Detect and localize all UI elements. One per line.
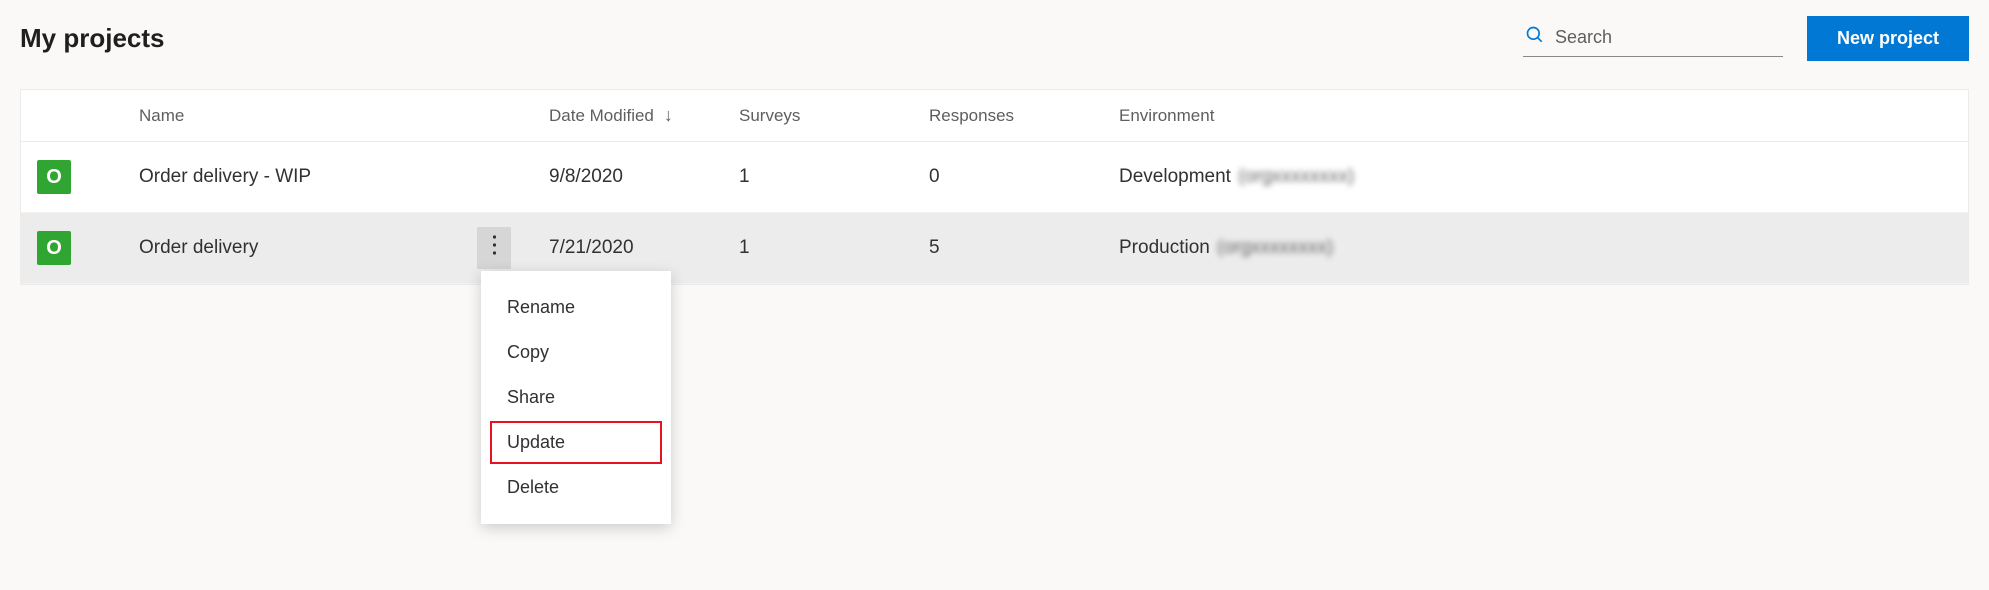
project-environment: Development (orgxxxxxxxx) xyxy=(1111,152,1968,202)
table-header-row: Name Date Modified ↓ Surveys Responses E… xyxy=(21,90,1968,142)
project-name[interactable]: Order delivery - WIP xyxy=(139,166,311,188)
table-row[interactable]: O Order delivery 7/21/2020 1 5 Productio… xyxy=(21,213,1968,284)
sort-descending-icon: ↓ xyxy=(664,105,673,126)
more-vertical-icon xyxy=(492,234,497,262)
table-row[interactable]: O Order delivery - WIP 9/8/2020 1 0 Deve… xyxy=(21,142,1968,213)
environment-name: Production xyxy=(1119,237,1210,258)
more-actions-button[interactable] xyxy=(477,227,511,269)
col-environment-header[interactable]: Environment xyxy=(1111,92,1968,140)
row-context-menu: Rename Copy Share Update Delete xyxy=(481,271,671,524)
header-actions: New project xyxy=(1523,16,1969,61)
search-icon xyxy=(1525,25,1545,50)
environment-org: (orgxxxxxxxx) xyxy=(1238,166,1354,187)
menu-item-share[interactable]: Share xyxy=(489,375,663,420)
project-responses: 5 xyxy=(921,223,1111,273)
project-name[interactable]: Order delivery xyxy=(139,237,258,259)
projects-table: Name Date Modified ↓ Surveys Responses E… xyxy=(20,89,1969,285)
new-project-button[interactable]: New project xyxy=(1807,16,1969,61)
project-date: 7/21/2020 xyxy=(541,223,731,273)
page-header: My projects New project xyxy=(20,16,1969,61)
page-title: My projects xyxy=(20,23,165,54)
col-date-label: Date Modified xyxy=(549,106,654,126)
menu-item-copy[interactable]: Copy xyxy=(489,330,663,375)
project-responses: 0 xyxy=(921,152,1111,202)
project-environment: Production (orgxxxxxxxx) xyxy=(1111,223,1968,273)
project-surveys: 1 xyxy=(731,152,921,202)
menu-item-update[interactable]: Update xyxy=(489,420,663,465)
project-icon-cell: O xyxy=(21,146,131,208)
col-responses-header[interactable]: Responses xyxy=(921,92,1111,140)
search-field-wrap[interactable] xyxy=(1523,21,1783,57)
col-icon-header xyxy=(21,102,131,130)
menu-item-delete[interactable]: Delete xyxy=(489,465,663,510)
col-name-header[interactable]: Name xyxy=(131,92,541,140)
search-input[interactable] xyxy=(1555,27,1777,48)
project-surveys: 1 xyxy=(731,223,921,273)
project-date: 9/8/2020 xyxy=(541,152,731,202)
project-initial-badge: O xyxy=(37,231,71,265)
col-surveys-header[interactable]: Surveys xyxy=(731,92,921,140)
environment-name: Development xyxy=(1119,166,1231,187)
menu-item-rename[interactable]: Rename xyxy=(489,285,663,330)
project-initial-badge: O xyxy=(37,160,71,194)
project-icon-cell: O xyxy=(21,217,131,279)
environment-org: (orgxxxxxxxx) xyxy=(1217,237,1333,258)
col-date-header[interactable]: Date Modified ↓ xyxy=(541,91,731,140)
